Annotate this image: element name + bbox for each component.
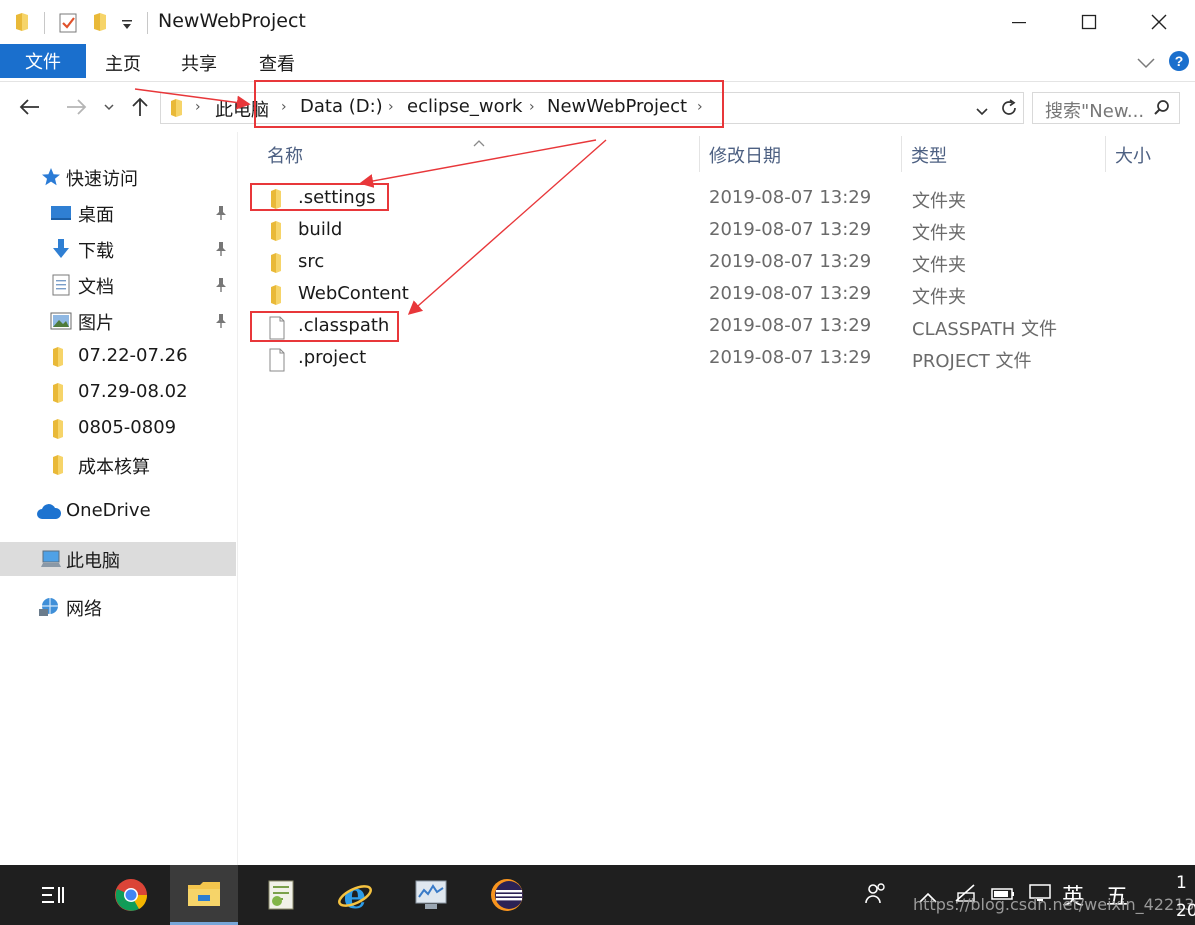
people-icon[interactable] — [864, 881, 888, 911]
svg-text:e: e — [344, 877, 367, 913]
clock-date: 2019 — [1176, 901, 1195, 921]
clock[interactable]: 1 2019 — [1176, 869, 1195, 925]
notepad-plus-icon[interactable] — [248, 865, 314, 925]
internet-explorer-icon[interactable]: e — [322, 865, 388, 925]
eclipse-icon[interactable] — [474, 865, 540, 925]
taskbar: e 英 五 https://blog.csdn.net/weixin_42213… — [0, 865, 1195, 925]
resource-monitor-icon[interactable] — [398, 865, 464, 925]
clock-time: 1 — [1176, 873, 1187, 893]
watermark-text: https://blog.csdn.net/weixin_42213903 — [913, 895, 1195, 914]
task-view-button[interactable] — [20, 865, 86, 925]
file-explorer-icon[interactable] — [170, 865, 238, 925]
annotation-arrows — [134, 88, 607, 315]
chrome-icon[interactable] — [98, 865, 164, 925]
